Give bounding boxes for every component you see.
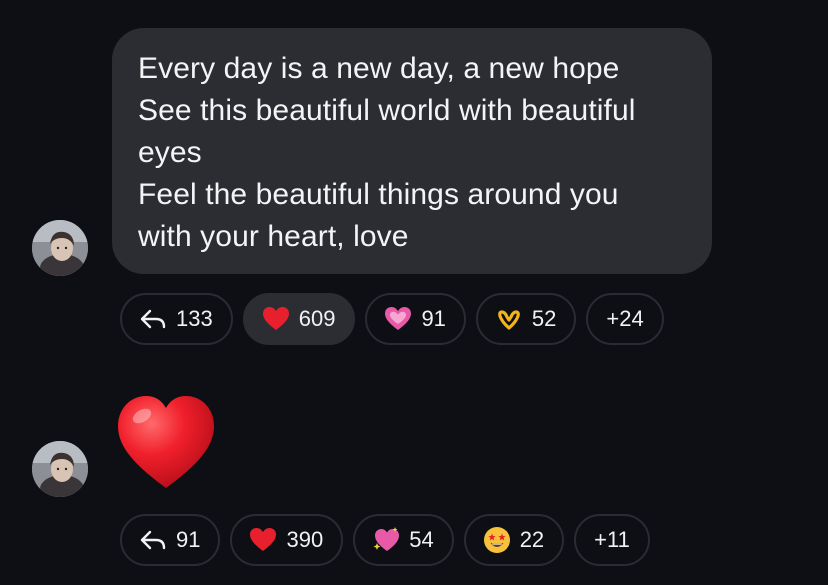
message-bubble[interactable]: Every day is a new day, a new hope See t… — [112, 28, 712, 274]
reply-button[interactable]: 133 — [120, 293, 233, 345]
reply-count: 91 — [176, 527, 201, 552]
avatar-photo-icon — [32, 220, 88, 276]
red-heart-emoji-message[interactable] — [114, 392, 218, 492]
sparkling-heart-icon — [383, 304, 413, 334]
reaction-sparkle-heart[interactable]: 54 — [353, 514, 454, 566]
message-text-line: Feel the beautiful things around you — [138, 178, 619, 211]
reaction-red-heart[interactable]: 609 — [242, 293, 356, 345]
reaction-count: 52 — [531, 306, 557, 331]
reaction-heart-hands[interactable]: 52 — [475, 293, 577, 345]
reaction-bar: 133 609 91 52 +24 — [120, 293, 664, 345]
reaction-count: 54 — [409, 527, 434, 552]
red-heart-icon — [261, 304, 291, 334]
reply-count: 133 — [176, 306, 213, 331]
more-reactions-button[interactable]: +11 — [574, 514, 650, 566]
message-text-line: See this beautiful world with beautiful — [138, 94, 636, 127]
reaction-count: 609 — [298, 306, 336, 331]
more-reactions-count: +24 — [606, 306, 644, 331]
sparkle-heart-icon — [371, 525, 401, 555]
avatar-photo-icon — [32, 441, 88, 497]
heart-hands-icon — [494, 304, 524, 334]
more-reactions-count: +11 — [594, 527, 630, 552]
red-heart-icon — [118, 396, 214, 488]
reply-arrow-icon — [138, 525, 168, 555]
chat-screen: Every day is a new day, a new hope See t… — [0, 0, 828, 585]
message-text-line: eyes — [138, 136, 202, 169]
reaction-star-struck[interactable]: 22 — [463, 514, 565, 566]
reaction-bar: 91 390 54 22 +11 — [120, 514, 650, 566]
reaction-sparkling-heart[interactable]: 91 — [365, 293, 466, 345]
sender-avatar[interactable] — [32, 441, 88, 497]
red-heart-icon — [248, 525, 278, 555]
reaction-count: 390 — [286, 527, 324, 552]
sender-avatar[interactable] — [32, 220, 88, 276]
reaction-count: 91 — [421, 306, 446, 331]
reaction-count: 22 — [519, 527, 545, 552]
message-text-line: Every day is a new day, a new hope — [138, 52, 620, 85]
reply-arrow-icon — [138, 304, 168, 334]
message-text-line: with your heart, love — [138, 220, 409, 253]
reaction-red-heart[interactable]: 390 — [230, 514, 344, 566]
star-struck-face-icon — [482, 525, 512, 555]
more-reactions-button[interactable]: +24 — [586, 293, 664, 345]
reply-button[interactable]: 91 — [120, 514, 221, 566]
